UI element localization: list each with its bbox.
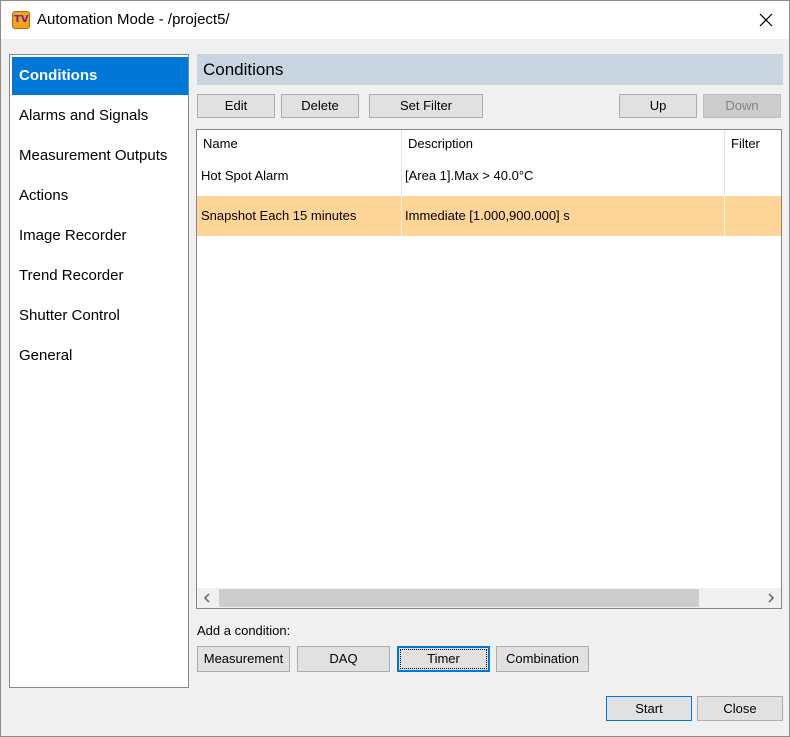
add-combination-button[interactable]: Combination xyxy=(496,646,589,672)
cell-description: Immediate [1.000,900.000] s xyxy=(402,196,725,236)
sidebar-item-image-recorder[interactable]: Image Recorder xyxy=(12,217,188,255)
close-button[interactable]: Close xyxy=(697,696,783,721)
scroll-thumb[interactable] xyxy=(219,589,699,607)
title-bar: TV Automation Mode - /project5/ xyxy=(1,1,789,39)
panel-header: Conditions xyxy=(197,54,783,85)
cell-filter xyxy=(725,196,781,236)
chevron-left-icon xyxy=(203,593,210,603)
cell-description: [Area 1].Max > 40.0°C xyxy=(402,156,725,196)
scroll-left-button[interactable] xyxy=(197,588,217,608)
table-row[interactable]: Snapshot Each 15 minutes Immediate [1.00… xyxy=(197,196,781,236)
edit-button[interactable]: Edit xyxy=(197,94,275,118)
scroll-right-button[interactable] xyxy=(761,588,781,608)
automation-mode-dialog: TV Automation Mode - /project5/ Conditio… xyxy=(0,0,790,737)
sidebar-item-actions[interactable]: Actions xyxy=(12,177,188,215)
start-button[interactable]: Start xyxy=(606,696,692,721)
app-logo-icon: TV xyxy=(12,11,30,29)
column-header-filter[interactable]: Filter xyxy=(725,130,781,158)
panel-title: Conditions xyxy=(203,60,284,79)
sidebar-item-shutter-control[interactable]: Shutter Control xyxy=(12,297,188,335)
add-condition-label: Add a condition: xyxy=(197,623,291,638)
column-header-description[interactable]: Description xyxy=(402,130,725,158)
category-sidebar: Conditions Alarms and Signals Measuremen… xyxy=(9,54,189,688)
column-header-name[interactable]: Name xyxy=(197,130,402,158)
sidebar-item-measurement-outputs[interactable]: Measurement Outputs xyxy=(12,137,188,175)
set-filter-button[interactable]: Set Filter xyxy=(369,94,483,118)
delete-button[interactable]: Delete xyxy=(281,94,359,118)
close-icon xyxy=(759,13,773,27)
table-row[interactable]: Hot Spot Alarm [Area 1].Max > 40.0°C xyxy=(197,156,781,196)
add-measurement-button[interactable]: Measurement xyxy=(197,646,290,672)
app-logo-text: TV xyxy=(14,14,29,25)
down-button[interactable]: Down xyxy=(703,94,781,118)
sidebar-item-conditions[interactable]: Conditions xyxy=(12,57,188,95)
close-window-button[interactable] xyxy=(743,1,789,39)
cell-filter xyxy=(725,156,781,196)
up-button[interactable]: Up xyxy=(619,94,697,118)
cell-name: Snapshot Each 15 minutes xyxy=(197,196,402,236)
window-title: Automation Mode - /project5/ xyxy=(37,11,230,28)
horizontal-scrollbar[interactable] xyxy=(197,588,781,608)
sidebar-item-alarms-and-signals[interactable]: Alarms and Signals xyxy=(12,97,188,135)
cell-name: Hot Spot Alarm xyxy=(197,156,402,196)
add-daq-button[interactable]: DAQ xyxy=(297,646,390,672)
conditions-table: Name Description Filter Hot Spot Alarm [… xyxy=(196,129,782,609)
sidebar-item-general[interactable]: General xyxy=(12,337,188,375)
add-timer-button[interactable]: Timer xyxy=(397,646,490,672)
table-header: Name Description Filter xyxy=(197,130,781,158)
chevron-right-icon xyxy=(768,593,775,603)
sidebar-item-trend-recorder[interactable]: Trend Recorder xyxy=(12,257,188,295)
